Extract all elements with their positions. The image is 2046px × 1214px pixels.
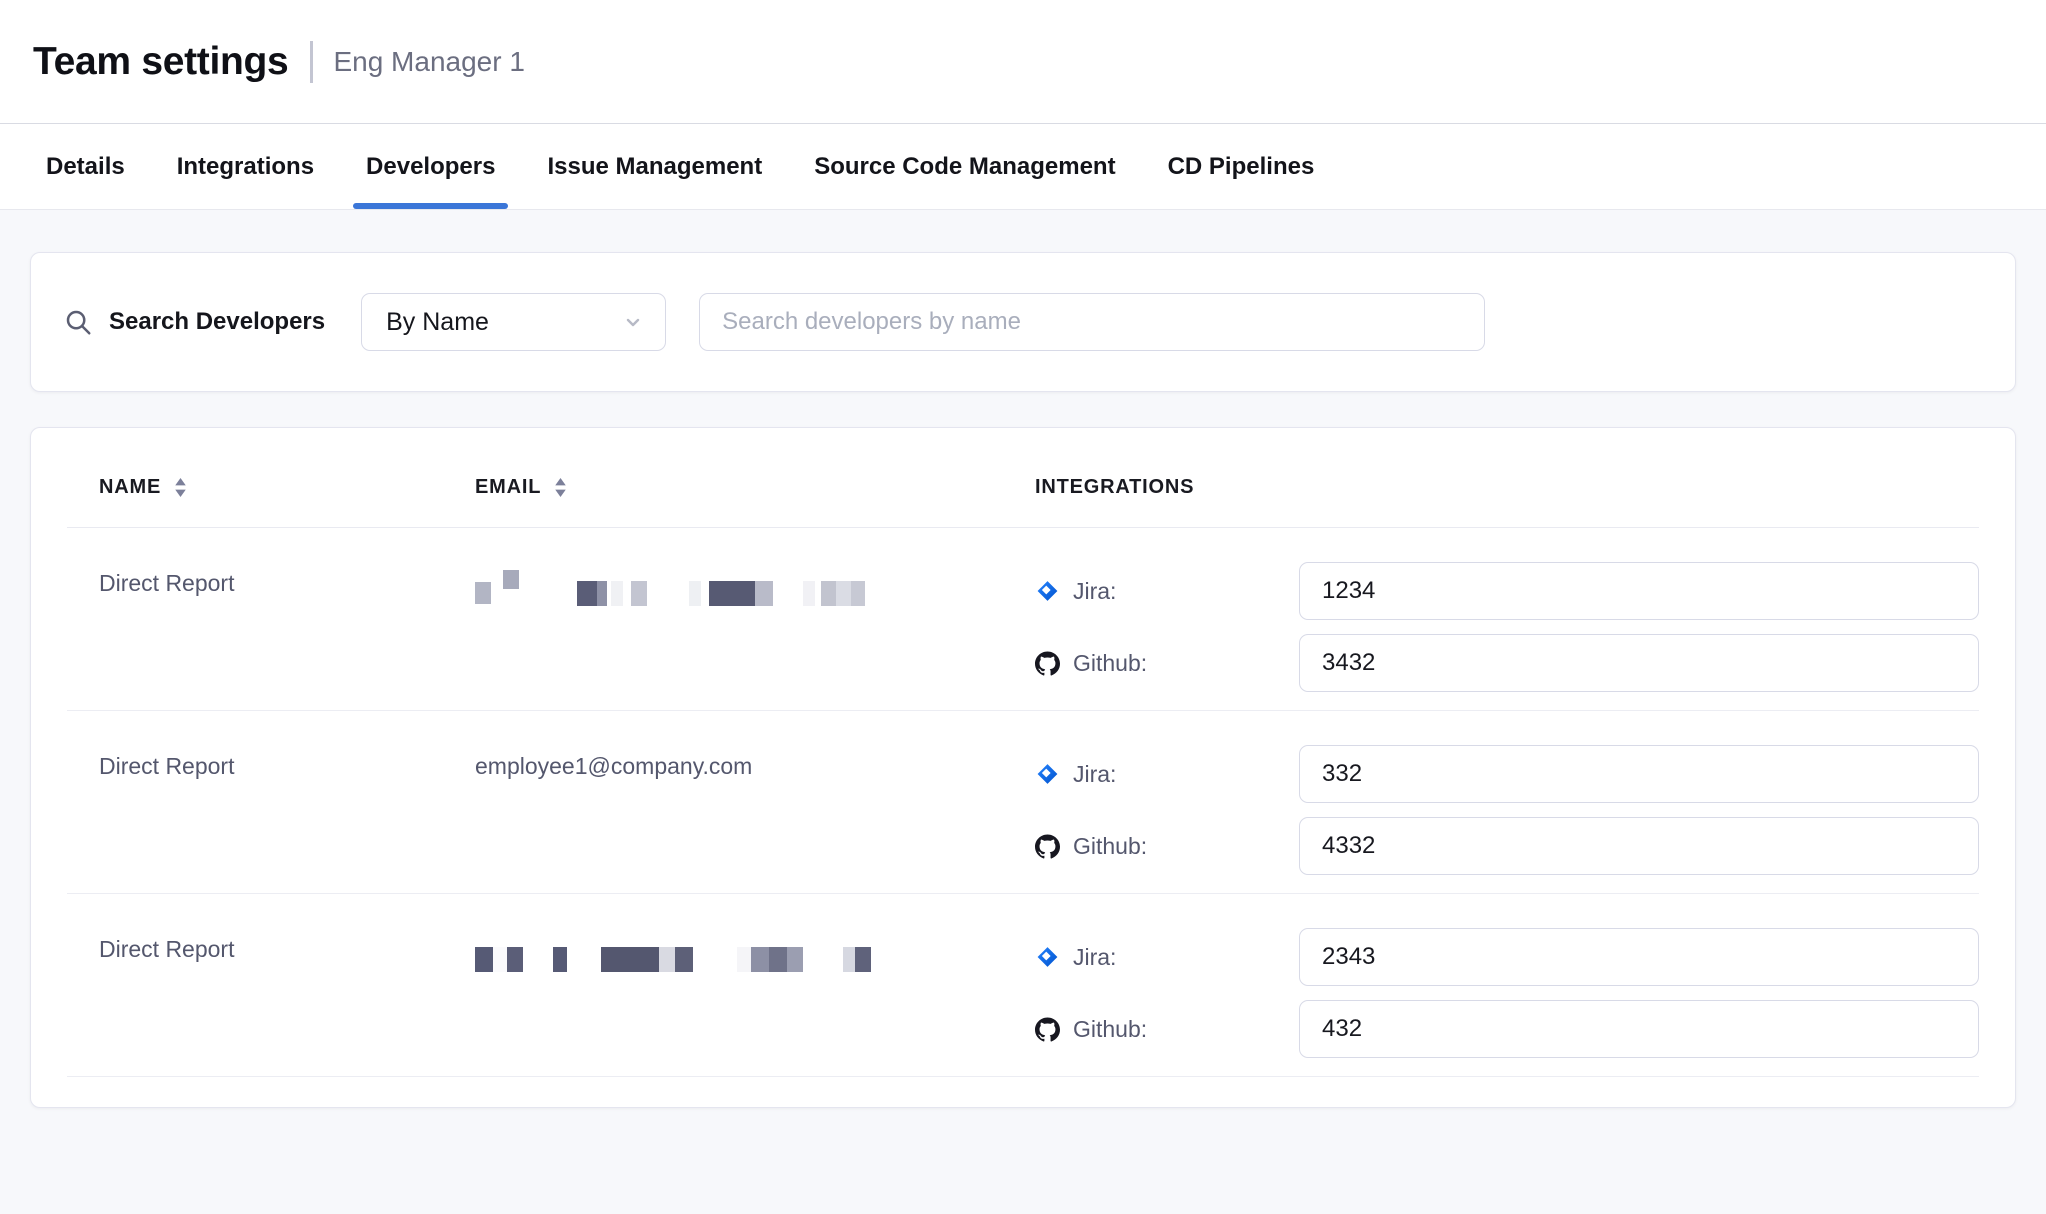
github-label: Github: — [1073, 833, 1147, 860]
tab-integrations[interactable]: Integrations — [177, 124, 314, 209]
github-icon — [1035, 651, 1060, 676]
page-header: Team settings Eng Manager 1 — [0, 0, 2046, 124]
team-name: Eng Manager 1 — [333, 46, 524, 78]
developers-table: NAME EMAIL INTEGRATIONS Direct Report — [30, 427, 2016, 1108]
search-icon — [63, 307, 93, 337]
github-label: Github: — [1073, 650, 1147, 677]
content: Search Developers By Name NAME EMAIL — [0, 210, 2046, 1108]
column-header-email: EMAIL — [443, 476, 1003, 499]
github-integration-row: Github: — [1035, 817, 1979, 875]
redacted-email — [475, 570, 1003, 606]
table-body: Direct Report Jira: — [67, 528, 1979, 1077]
tab-cd-pipelines[interactable]: CD Pipelines — [1168, 124, 1315, 209]
github-icon — [1035, 1017, 1060, 1042]
github-icon — [1035, 834, 1060, 859]
sort-icon[interactable] — [174, 477, 187, 498]
column-header-integrations: INTEGRATIONS — [1003, 476, 1979, 499]
jira-icon — [1035, 579, 1060, 604]
table-header-row: NAME EMAIL INTEGRATIONS — [67, 428, 1979, 528]
table-row: Direct Report Jira: — [67, 894, 1979, 1077]
jira-label: Jira: — [1073, 944, 1116, 971]
sort-icon[interactable] — [554, 477, 567, 498]
github-id-input[interactable] — [1299, 817, 1979, 875]
redacted-email — [475, 936, 1003, 972]
jira-label: Jira: — [1073, 578, 1116, 605]
developer-name: Direct Report — [99, 936, 234, 962]
table-row: Direct Report employee1@company.com Jira… — [67, 711, 1979, 894]
tab-bar: Details Integrations Developers Issue Ma… — [0, 124, 2046, 210]
github-id-input[interactable] — [1299, 634, 1979, 692]
jira-id-input[interactable] — [1299, 562, 1979, 620]
github-integration-row: Github: — [1035, 634, 1979, 692]
github-label: Github: — [1073, 1016, 1147, 1043]
github-integration-row: Github: — [1035, 1000, 1979, 1058]
tab-developers[interactable]: Developers — [366, 124, 495, 209]
developer-name: Direct Report — [99, 753, 234, 779]
jira-icon — [1035, 762, 1060, 787]
jira-integration-row: Jira: — [1035, 928, 1979, 986]
chevron-down-icon — [621, 310, 645, 334]
developer-name: Direct Report — [99, 570, 234, 596]
jira-integration-row: Jira: — [1035, 562, 1979, 620]
jira-id-input[interactable] — [1299, 745, 1979, 803]
tab-source-code-management[interactable]: Source Code Management — [814, 124, 1115, 209]
title-divider — [310, 41, 313, 83]
filter-value: By Name — [386, 308, 489, 337]
jira-integration-row: Jira: — [1035, 745, 1979, 803]
developer-email: employee1@company.com — [475, 753, 752, 779]
jira-id-input[interactable] — [1299, 928, 1979, 986]
tab-details[interactable]: Details — [46, 124, 125, 209]
search-label: Search Developers — [109, 308, 325, 336]
page-title: Team settings — [33, 40, 288, 84]
jira-label: Jira: — [1073, 761, 1116, 788]
search-input[interactable] — [699, 293, 1485, 351]
tab-issue-management[interactable]: Issue Management — [547, 124, 762, 209]
github-id-input[interactable] — [1299, 1000, 1979, 1058]
filter-dropdown[interactable]: By Name — [361, 293, 666, 351]
jira-icon — [1035, 945, 1060, 970]
search-panel: Search Developers By Name — [30, 252, 2016, 392]
table-row: Direct Report Jira: — [67, 528, 1979, 711]
page: Team settings Eng Manager 1 Details Inte… — [0, 0, 2046, 1108]
column-header-name: NAME — [67, 476, 443, 499]
